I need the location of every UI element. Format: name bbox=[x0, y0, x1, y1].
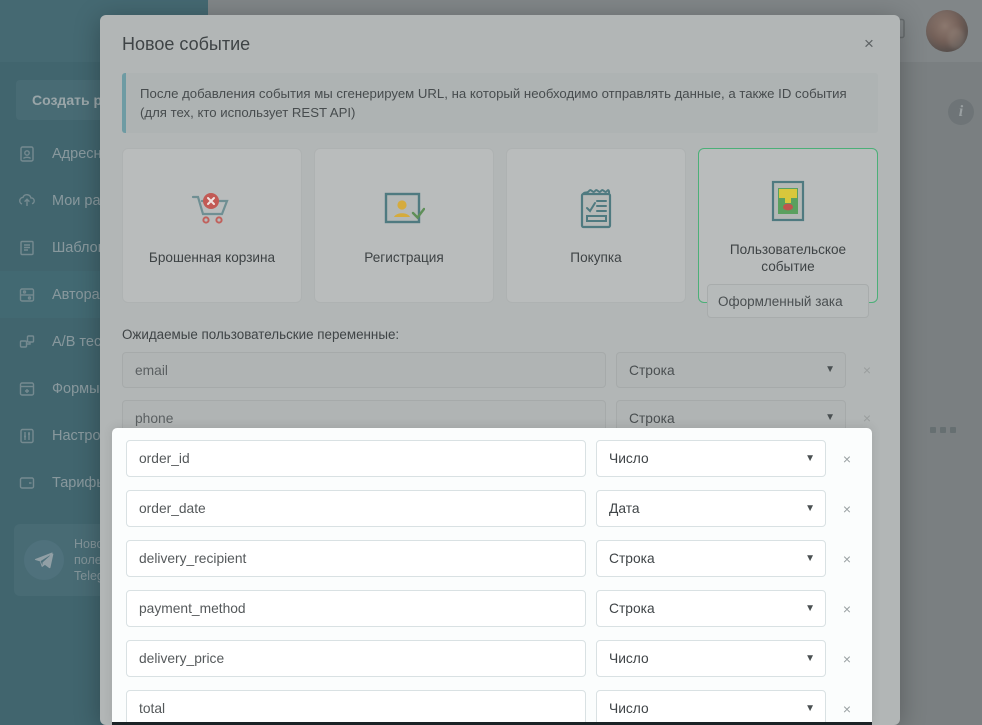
remove-variable-button[interactable]: × bbox=[836, 651, 858, 667]
variable-type-select[interactable]: Строка ▼ bbox=[616, 352, 846, 388]
close-icon[interactable]: × bbox=[858, 33, 880, 55]
variable-type-value: Строка bbox=[609, 551, 655, 566]
variable-type-value: Число bbox=[609, 701, 649, 716]
variable-name-input[interactable] bbox=[122, 352, 606, 388]
variable-type-value: Строка bbox=[629, 363, 675, 378]
event-card-label: Покупка bbox=[570, 249, 621, 266]
variable-type-select[interactable]: Строка ▼ bbox=[596, 540, 826, 577]
remove-variable-button[interactable]: × bbox=[836, 551, 858, 567]
variables-section-label: Ожидаемые пользовательские переменные: bbox=[122, 327, 878, 342]
event-card-registration[interactable]: Регистрация bbox=[314, 148, 494, 303]
remove-variable-button[interactable]: × bbox=[836, 601, 858, 617]
app-root: SendP Создать ра Адресн bbox=[0, 0, 982, 725]
chevron-down-icon: ▼ bbox=[825, 413, 835, 423]
variable-type-select[interactable]: Число ▼ bbox=[596, 440, 826, 477]
variable-type-select[interactable]: Число ▼ bbox=[596, 690, 826, 725]
remove-variable-button[interactable]: × bbox=[856, 410, 878, 426]
chevron-down-icon: ▼ bbox=[825, 365, 835, 375]
custom-event-name-input[interactable] bbox=[707, 284, 869, 318]
event-type-cards: Брошенная корзина Регистрация bbox=[122, 148, 878, 303]
registration-icon bbox=[383, 185, 425, 233]
purchase-icon bbox=[578, 185, 614, 233]
variable-name-input[interactable] bbox=[126, 690, 586, 725]
variable-type-value: Число bbox=[609, 451, 649, 466]
variable-type-select[interactable]: Дата ▼ bbox=[596, 490, 826, 527]
variable-type-value: Число bbox=[609, 651, 649, 666]
modal-header: Новое событие × bbox=[100, 15, 900, 73]
event-card-label: Регистрация bbox=[364, 249, 443, 266]
remove-variable-button[interactable]: × bbox=[836, 501, 858, 517]
chevron-down-icon: ▼ bbox=[805, 604, 815, 614]
remove-variable-button[interactable]: × bbox=[836, 701, 858, 717]
variable-row: Число ▼ × bbox=[126, 690, 858, 725]
info-notice-text: После добавления события мы сгенерируем … bbox=[140, 84, 864, 122]
variable-row: Число ▼ × bbox=[126, 440, 858, 477]
chevron-down-icon: ▼ bbox=[805, 654, 815, 664]
variables-list-background: Строка ▼ × Строка ▼ × bbox=[122, 352, 878, 436]
variable-type-value: Строка bbox=[609, 601, 655, 616]
remove-variable-button[interactable]: × bbox=[836, 451, 858, 467]
modal-title: Новое событие bbox=[122, 34, 250, 55]
variable-type-select[interactable]: Строка ▼ bbox=[596, 590, 826, 627]
variable-row: Строка ▼ × bbox=[126, 540, 858, 577]
chevron-down-icon: ▼ bbox=[805, 454, 815, 464]
info-notice: После добавления события мы сгенерируем … bbox=[122, 73, 878, 133]
event-card-label: Пользовательское событие bbox=[707, 241, 869, 275]
event-card-purchase[interactable]: Покупка bbox=[506, 148, 686, 303]
variable-row: Число ▼ × bbox=[126, 640, 858, 677]
event-card-abandoned-cart[interactable]: Брошенная корзина bbox=[122, 148, 302, 303]
variable-row: Строка ▼ × bbox=[122, 352, 878, 388]
abandoned-cart-icon bbox=[189, 185, 235, 233]
variable-type-value: Дата bbox=[609, 501, 640, 516]
variable-name-input[interactable] bbox=[126, 640, 586, 677]
remove-variable-button[interactable]: × bbox=[856, 362, 878, 378]
event-card-custom-event[interactable]: Пользовательское событие bbox=[698, 148, 878, 303]
variable-name-input[interactable] bbox=[126, 590, 586, 627]
chevron-down-icon: ▼ bbox=[805, 554, 815, 564]
variable-type-select[interactable]: Число ▼ bbox=[596, 640, 826, 677]
chevron-down-icon: ▼ bbox=[805, 704, 815, 714]
chevron-down-icon: ▼ bbox=[805, 504, 815, 514]
variable-name-input[interactable] bbox=[126, 490, 586, 527]
event-card-label: Брошенная корзина bbox=[149, 249, 275, 266]
variable-name-input[interactable] bbox=[126, 540, 586, 577]
modal-body: После добавления события мы сгенерируем … bbox=[100, 73, 900, 436]
custom-event-icon bbox=[771, 177, 805, 225]
variable-type-value: Строка bbox=[629, 411, 675, 426]
variables-scroll-panel[interactable]: Число ▼ × Дата ▼ × Строка ▼ × Строка bbox=[112, 428, 872, 725]
variable-name-input[interactable] bbox=[126, 440, 586, 477]
variable-row: Дата ▼ × bbox=[126, 490, 858, 527]
variable-row: Строка ▼ × bbox=[126, 590, 858, 627]
